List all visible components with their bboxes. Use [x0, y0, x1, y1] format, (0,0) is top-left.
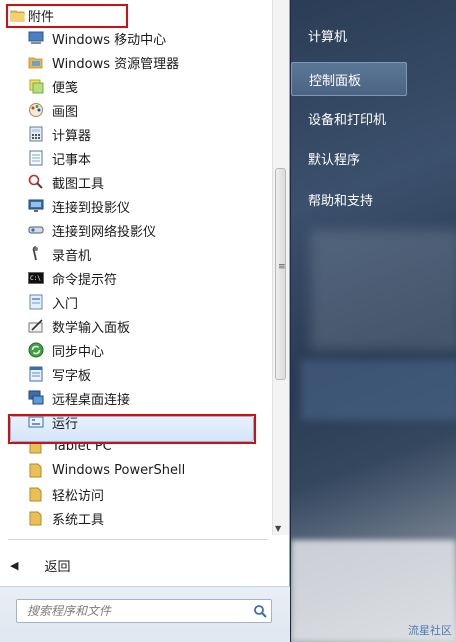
menu-item-label: Windows 资源管理器 — [52, 56, 180, 72]
search-area — [0, 586, 290, 642]
microphone-icon — [28, 246, 44, 262]
menu-item-label: 命令提示符 — [52, 272, 118, 288]
right-item-help-support[interactable]: 帮助和支持 — [291, 184, 407, 214]
menu-item-getting-started[interactable]: 入门 — [0, 290, 272, 314]
search-icon[interactable] — [249, 604, 271, 618]
menu-item-label: 轻松访问 — [52, 488, 105, 504]
back-arrow-icon: ◀ — [10, 558, 19, 572]
right-item-label: 控制面板 — [309, 73, 362, 89]
programs-list: 附件 Windows 移动中心 Windows 资源管理器 便笺 画图 计算器 … — [0, 4, 272, 530]
network-projector-icon — [28, 222, 44, 238]
menu-item-command-prompt[interactable]: C:\ 命令提示符 — [0, 266, 272, 290]
menu-item-accessories-folder[interactable]: 附件 — [0, 4, 272, 26]
menu-item-notepad[interactable]: 记事本 — [0, 146, 272, 170]
menu-item-paint[interactable]: 画图 — [0, 98, 272, 122]
right-item-label: 计算机 — [308, 29, 348, 45]
menu-divider — [8, 539, 268, 540]
menu-item-projector[interactable]: 连接到投影仪 — [0, 194, 272, 218]
menu-item-label: 远程桌面连接 — [52, 392, 131, 408]
notepad-icon — [28, 150, 44, 166]
right-item-label: 默认程序 — [308, 152, 361, 168]
menu-item-label: 同步中心 — [52, 344, 105, 360]
sticky-notes-icon — [28, 78, 44, 94]
menu-item-calculator[interactable]: 计算器 — [0, 122, 272, 146]
start-menu-right-panel: 计算机 控制面板 设备和打印机 默认程序 帮助和支持 — [291, 0, 456, 642]
menu-item-label: 截图工具 — [52, 176, 105, 192]
menu-item-label: 便笺 — [52, 80, 79, 96]
menu-item-powershell-folder[interactable]: Windows PowerShell — [0, 458, 272, 482]
watermark: 流星社区 — [408, 624, 452, 637]
background-blur — [301, 360, 456, 420]
menu-item-label: Windows PowerShell — [52, 462, 186, 478]
back-label: 返回 — [44, 559, 71, 575]
menu-item-sticky-notes[interactable]: 便笺 — [0, 74, 272, 98]
projector-icon — [28, 198, 44, 214]
right-item-computer[interactable]: 计算机 — [291, 20, 407, 50]
folder-icon — [28, 486, 44, 502]
calculator-icon — [28, 126, 44, 142]
back-button[interactable]: ◀ 返回 — [10, 554, 70, 576]
folder-icon — [28, 462, 44, 478]
menu-item-mobility-center[interactable]: Windows 移动中心 — [0, 26, 272, 50]
menu-item-system-tools-folder[interactable]: 系统工具 — [0, 506, 272, 530]
mobility-center-icon — [28, 30, 44, 46]
menu-item-label: 数学输入面板 — [52, 320, 131, 336]
wordpad-icon — [28, 366, 44, 382]
menu-item-label: 运行 — [52, 416, 79, 432]
right-item-label: 帮助和支持 — [308, 193, 374, 209]
svg-text:C:\: C:\ — [30, 275, 41, 282]
menu-item-remote-desktop[interactable]: 远程桌面连接 — [0, 386, 272, 410]
scrollbar-thumb[interactable] — [275, 168, 286, 380]
menu-item-snipping-tool[interactable]: 截图工具 — [0, 170, 272, 194]
menu-item-label: 计算器 — [52, 128, 92, 144]
paint-icon — [28, 102, 44, 118]
math-input-icon — [28, 318, 44, 334]
snipping-tool-icon — [28, 174, 44, 190]
menu-item-sync-center[interactable]: 同步中心 — [0, 338, 272, 362]
explorer-folder-icon — [28, 54, 44, 70]
right-item-default-programs[interactable]: 默认程序 — [291, 143, 407, 173]
menu-item-math-input[interactable]: 数学输入面板 — [0, 314, 272, 338]
menu-item-label: 附件 — [28, 9, 55, 25]
menu-item-label: 连接到投影仪 — [52, 200, 131, 216]
menu-item-sound-recorder[interactable]: 录音机 — [0, 242, 272, 266]
menu-item-wordpad[interactable]: 写字板 — [0, 362, 272, 386]
command-prompt-icon: C:\ — [28, 270, 44, 286]
menu-item-label: 写字板 — [52, 368, 92, 384]
menu-item-label: 入门 — [52, 296, 79, 312]
menu-item-run[interactable]: 运行 — [0, 410, 272, 434]
menu-item-label: 录音机 — [52, 248, 92, 264]
right-item-devices-printers[interactable]: 设备和打印机 — [291, 103, 407, 133]
menu-item-network-projector[interactable]: 连接到网络投影仪 — [0, 218, 272, 242]
menu-item-label: Windows 移动中心 — [52, 32, 167, 48]
scrollbar-grip-icon: ≡ — [278, 262, 286, 272]
right-item-control-panel[interactable]: 控制面板 — [291, 62, 407, 96]
right-item-label: 设备和打印机 — [308, 112, 387, 128]
sync-center-icon — [28, 342, 44, 358]
menu-item-ease-of-access-folder[interactable]: 轻松访问 — [0, 482, 272, 506]
menu-item-label: 连接到网络投影仪 — [52, 224, 157, 240]
getting-started-icon — [28, 294, 44, 310]
menu-item-label: 记事本 — [52, 152, 92, 168]
run-icon — [28, 414, 44, 430]
remote-desktop-icon — [28, 390, 44, 406]
folder-open-icon — [10, 7, 26, 23]
menu-item-label: 画图 — [52, 104, 79, 120]
start-menu-programs-panel: 附件 Windows 移动中心 Windows 资源管理器 便笺 画图 计算器 … — [0, 0, 290, 642]
menu-item-explorer[interactable]: Windows 资源管理器 — [0, 50, 272, 74]
search-input[interactable] — [17, 604, 249, 618]
menu-item-label: 系统工具 — [52, 512, 105, 528]
search-box[interactable] — [16, 599, 272, 623]
scroll-down-arrow-icon[interactable]: ▼ — [275, 524, 281, 533]
background-blur — [311, 230, 456, 350]
folder-icon — [28, 510, 44, 526]
